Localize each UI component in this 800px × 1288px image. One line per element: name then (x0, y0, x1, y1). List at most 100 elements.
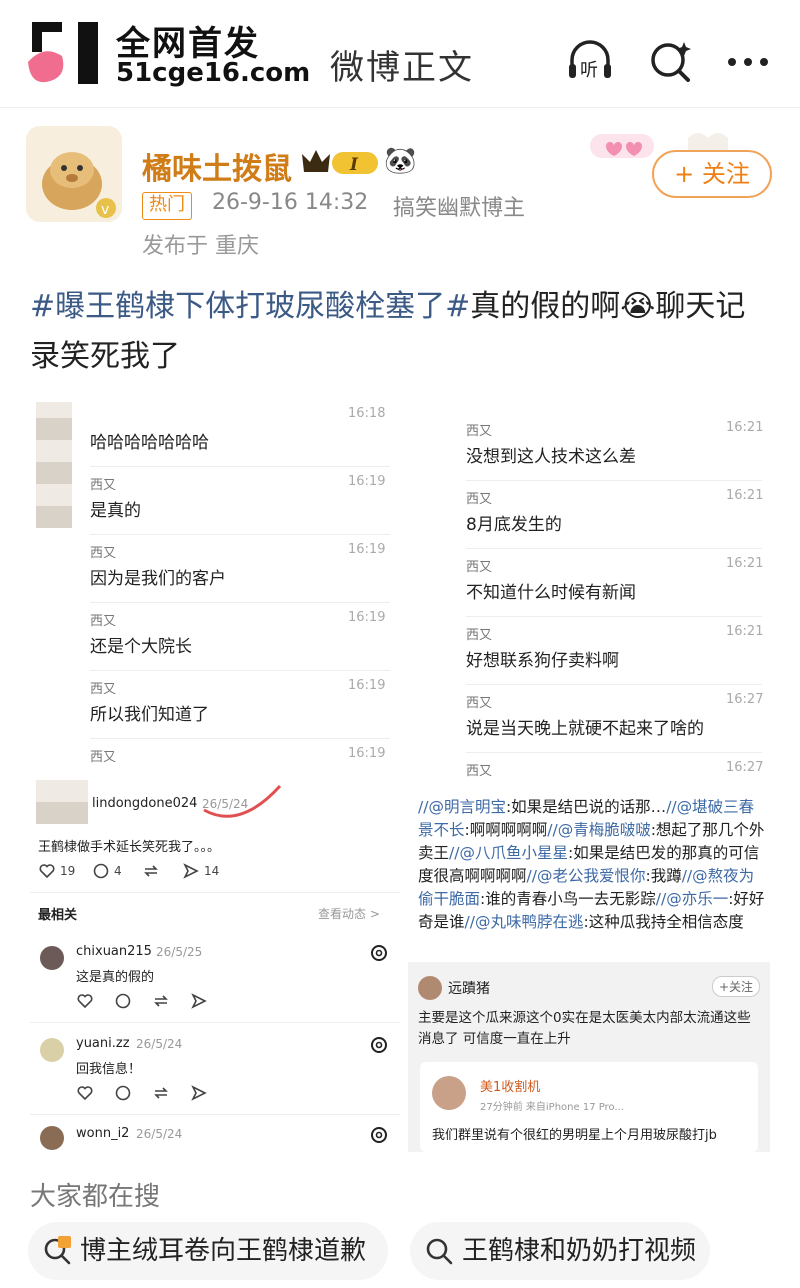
share-icon[interactable] (182, 862, 200, 880)
repost-icon[interactable] (152, 1084, 170, 1102)
comment-user[interactable]: lindongdone024 (92, 796, 197, 811)
heart-icon[interactable] (76, 1084, 94, 1102)
comment-user[interactable]: wonn_i2 (76, 1126, 129, 1141)
repost-text: :啊啊啊啊啊 (464, 821, 548, 839)
view-activity-link[interactable]: 查看动态 > (318, 905, 380, 922)
comment-date: 26/5/24 (136, 1037, 183, 1051)
comment-text: 王鹤棣做手术延长笑死我了。。。 (38, 840, 221, 855)
chat-time: 16:19 (348, 610, 386, 625)
author-avatar[interactable]: v (26, 126, 122, 222)
mention-link[interactable]: //@明言明宝 (418, 798, 506, 816)
like-count: 19 (60, 864, 76, 878)
author-name[interactable]: 橘味土拨鼠 (142, 144, 292, 188)
vip-crown-icon: I (302, 150, 378, 175)
reply-icon[interactable] (114, 1084, 132, 1102)
chat-sender: 西又 (466, 492, 493, 507)
reply-count: 4 (114, 864, 122, 878)
comment-user[interactable]: yuani.zz (76, 1036, 130, 1051)
heart-icon[interactable] (76, 992, 94, 1010)
share-icon[interactable] (190, 992, 208, 1010)
mention-link[interactable]: //@老公我爱恨你 (527, 867, 646, 885)
chat-time: 16:21 (726, 624, 764, 639)
listen-icon[interactable]: 听 (566, 38, 614, 82)
share-count: 14 (204, 864, 220, 878)
chat-time: 16:18 (348, 406, 386, 421)
reply-icon[interactable] (92, 862, 110, 880)
blurred-avatar (36, 402, 72, 528)
panda-icon: 🐼 (384, 146, 417, 176)
hashtag-link[interactable]: #曝王鹤棣下体打玻尿酸栓塞了# (30, 289, 470, 324)
svg-text:I: I (349, 155, 359, 175)
share-icon[interactable] (190, 1084, 208, 1102)
repost-chain-text: //@明言明宝:如果是结巴说的话那…//@堪破三春景不长:啊啊啊啊啊//@青梅脆… (418, 796, 768, 934)
chat-time: 16:19 (348, 542, 386, 557)
chat-text: 因为是我们的客户 (90, 569, 226, 589)
chat-sender: 西又 (466, 628, 493, 643)
quoted-text: 主要是这个瓜来源这个0实在是太医美太内部太流通这些消息了 可信度一直在上升 (418, 1010, 751, 1047)
trending-chip[interactable]: 博主绒耳卷向王鹤棣道歉 (28, 1222, 388, 1280)
post-body: #曝王鹤棣下体打玻尿酸栓塞了#真的假的啊😭聊天记录笑死我了 (30, 282, 775, 382)
threads-icon[interactable] (370, 1126, 388, 1144)
post-text-part: 真的假的啊 (470, 289, 621, 324)
comment-user[interactable]: chixuan215 (76, 944, 152, 959)
follow-button[interactable]: + 关注 (652, 150, 772, 198)
repost-icon[interactable] (142, 862, 160, 880)
hot-tag: 热门 (142, 192, 192, 220)
avatar[interactable] (40, 1038, 64, 1062)
repost-chain-screenshot: //@明言明宝:如果是结巴说的话那…//@堪破三春景不长:啊啊啊啊啊//@青梅脆… (408, 790, 770, 950)
heart-icon[interactable] (38, 862, 56, 880)
chat-time: 16:19 (348, 474, 386, 489)
quoted-user[interactable]: 远蹟猪 (448, 978, 490, 998)
avatar[interactable] (40, 946, 64, 970)
threads-icon[interactable] (370, 1036, 388, 1054)
blurred-avatar (36, 780, 88, 824)
chat-screenshot-left: 16:18 哈哈哈哈哈哈哈 西又 16:19 是真的 西又 16:19 因为是我… (30, 398, 400, 778)
chat-text: 所以我们知道了 (90, 705, 209, 725)
mention-link[interactable]: //@丸味鸭脖在逃 (465, 913, 584, 931)
mention-link[interactable]: //@亦乐一 (656, 890, 728, 908)
top-bar: 全网首发 51cge16.com 微博正文 听 (0, 0, 800, 108)
trending-chip[interactable]: 王鹤棣和奶奶打视频 (410, 1222, 710, 1280)
author-role: 搞笑幽默博主 (393, 196, 526, 221)
threads-icon[interactable] (370, 944, 388, 962)
more-icon[interactable] (724, 38, 772, 82)
chat-sender: 西又 (90, 682, 117, 697)
comment-date: 26/5/24 (202, 797, 249, 811)
trending-title: 大家都在搜 (30, 1182, 161, 1212)
reply-icon[interactable] (114, 992, 132, 1010)
avatar[interactable] (40, 1126, 64, 1150)
chat-time: 16:21 (726, 488, 764, 503)
repost-text: :我蹲 (645, 867, 682, 885)
chat-text: 好想联系狗仔卖料啊 (466, 651, 619, 671)
search-icon[interactable] (648, 38, 696, 82)
chat-time: 16:19 (348, 746, 386, 761)
chat-text: 还是个大院长 (90, 637, 192, 657)
repost-text: :如果是结巴说的话那… (505, 798, 667, 816)
svg-text:听: 听 (580, 60, 598, 81)
chat-time: 16:21 (726, 556, 764, 571)
follow-button[interactable]: +关注 (712, 976, 761, 997)
chat-text: 是真的 (90, 501, 141, 521)
repost-icon[interactable] (152, 992, 170, 1010)
repost-text: :这种瓜我持全相信态度 (583, 913, 744, 931)
inner-post-card[interactable]: 美1收割机 27分钟前 来自iPhone 17 Pro... 我们群里说有个很红… (420, 1062, 758, 1152)
chat-screenshot-right: 西又 16:21 没想到这人技术这么差 西又 16:21 8月底发生的 西又 1… (408, 400, 770, 784)
inner-text: 我们群里说有个很红的男明星上个月用玻尿酸打jb (432, 1128, 717, 1143)
mention-link[interactable]: //@八爪鱼小星星 (449, 844, 568, 862)
chat-sender: 西又 (90, 750, 117, 765)
comment-screenshot: lindongdone024 26/5/24 王鹤棣做手术延长笑死我了。。。 1… (30, 780, 400, 1150)
page-title: 微博正文 (330, 48, 474, 88)
chat-sender: 西又 (466, 424, 493, 439)
inner-meta: 27分钟前 来自iPhone 17 Pro... (480, 1102, 624, 1113)
inner-user[interactable]: 美1收割机 (480, 1076, 540, 1095)
chat-text: 8月底发生的 (466, 515, 562, 535)
svg-text:v: v (101, 202, 109, 218)
search-icon (426, 1238, 453, 1265)
chat-sender: 西又 (466, 764, 493, 779)
avatar[interactable] (418, 976, 442, 1000)
avatar[interactable] (432, 1076, 466, 1110)
sort-dropdown[interactable]: 最相关 (38, 904, 77, 923)
mention-link[interactable]: //@青梅脆啵啵 (547, 821, 650, 839)
chat-time: 16:27 (726, 692, 764, 707)
comment-text: 回我信息！ (76, 1062, 142, 1077)
